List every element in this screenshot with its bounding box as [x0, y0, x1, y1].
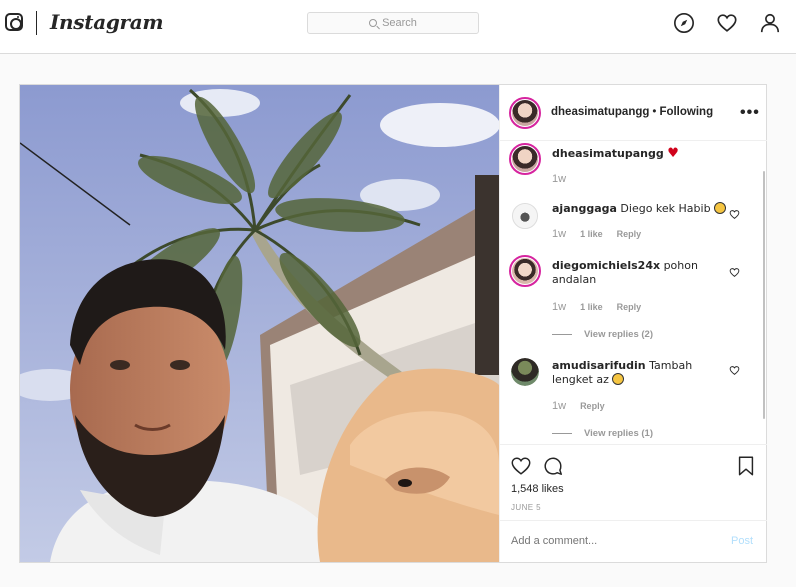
- replies-line: [552, 334, 572, 335]
- comment-meta: 1w 1 like Reply: [552, 301, 655, 313]
- post-date[interactable]: JUNE 5: [511, 503, 541, 512]
- save-bookmark-icon[interactable]: [735, 455, 757, 477]
- comment-bubble-icon[interactable]: [542, 455, 564, 477]
- grinning-emoji-icon: [714, 202, 727, 214]
- activity-heart-icon[interactable]: [716, 12, 738, 34]
- comment-avatar[interactable]: [509, 255, 541, 287]
- post-header: dheasimatupangg • Following •••: [500, 85, 767, 141]
- author-avatar[interactable]: [509, 97, 541, 129]
- comment-time[interactable]: 1w: [552, 400, 566, 412]
- logo-divider: [36, 11, 37, 35]
- like-heart-icon[interactable]: [510, 455, 532, 477]
- red-heart-emoji-icon: ♥: [667, 146, 679, 161]
- caption-time[interactable]: 1w: [552, 173, 566, 185]
- reply-button[interactable]: Reply: [617, 302, 642, 312]
- post-photo-illustration: [20, 85, 499, 562]
- comment-username[interactable]: ajanggaga: [552, 202, 617, 215]
- add-comment-bar: Post: [500, 520, 767, 562]
- comment-like-heart-icon[interactable]: [729, 209, 740, 220]
- reply-button[interactable]: Reply: [617, 229, 642, 239]
- view-replies-button[interactable]: View replies (2): [552, 329, 653, 340]
- separator-dot: •: [652, 106, 657, 118]
- reply-button[interactable]: Reply: [580, 401, 605, 411]
- comment-text: diegomichiels24x pohon andalan: [552, 259, 732, 287]
- search-box[interactable]: Search: [307, 12, 479, 34]
- instagram-wordmark-logo[interactable]: Instagram: [50, 10, 164, 34]
- grinning-emoji-icon: [612, 373, 625, 385]
- more-options-icon[interactable]: •••: [740, 104, 760, 122]
- following-status[interactable]: Following: [659, 106, 713, 118]
- post-photo[interactable]: [20, 85, 499, 562]
- view-replies-button[interactable]: View replies (1): [552, 428, 653, 439]
- post-side-panel: dheasimatupangg • Following ••• dheasimatu…: [499, 85, 767, 562]
- comment-body: Diego kek Habib: [620, 202, 711, 215]
- instagram-camera-icon[interactable]: [5, 13, 23, 31]
- comment-like-heart-icon[interactable]: [729, 365, 740, 376]
- post-comment-button[interactable]: Post: [731, 535, 753, 547]
- comment-time[interactable]: 1w: [552, 301, 566, 313]
- add-comment-input[interactable]: [511, 535, 711, 547]
- comments-list: dheasimatupangg ♥ 1w ajanggaga Diego kek…: [500, 141, 767, 444]
- replies-line: [552, 433, 572, 434]
- view-replies-label: View replies (2): [584, 329, 653, 340]
- author-username[interactable]: dheasimatupangg: [551, 106, 649, 118]
- post-card: dheasimatupangg • Following ••• dheasimatu…: [19, 84, 767, 563]
- comment-username[interactable]: diegomichiels24x: [552, 259, 660, 272]
- post-actions: 1,548 likes JUNE 5: [500, 444, 767, 520]
- comment-avatar[interactable]: [511, 358, 539, 386]
- post-author-line: dheasimatupangg • Following: [551, 106, 713, 118]
- comment-username[interactable]: amudisarifudin: [552, 359, 646, 372]
- comment-text: ajanggaga Diego kek Habib: [552, 202, 732, 216]
- top-navigation-bar: Instagram Search: [0, 0, 796, 54]
- caption-avatar[interactable]: [509, 143, 541, 175]
- comment-text: amudisarifudin Tambah lengket az: [552, 359, 732, 387]
- comment-like-heart-icon[interactable]: [729, 267, 740, 278]
- likes-count[interactable]: 1,548 likes: [511, 483, 564, 495]
- profile-icon[interactable]: [759, 12, 781, 34]
- comment-likes[interactable]: 1 like: [580, 229, 603, 239]
- caption-text: dheasimatupangg ♥: [552, 147, 732, 161]
- explore-compass-icon[interactable]: [673, 12, 695, 34]
- search-icon: [369, 19, 378, 27]
- comments-scrollbar[interactable]: [763, 171, 765, 419]
- caption-meta: 1w: [552, 173, 580, 185]
- comment-time[interactable]: 1w: [552, 228, 566, 240]
- comment-likes[interactable]: 1 like: [580, 302, 603, 312]
- comment-meta: 1w Reply: [552, 400, 619, 412]
- comment-avatar[interactable]: [512, 203, 538, 229]
- comment-meta: 1w 1 like Reply: [552, 228, 655, 240]
- caption-username[interactable]: dheasimatupangg: [552, 147, 664, 160]
- search-placeholder: Search: [382, 17, 417, 29]
- view-replies-label: View replies (1): [584, 428, 653, 439]
